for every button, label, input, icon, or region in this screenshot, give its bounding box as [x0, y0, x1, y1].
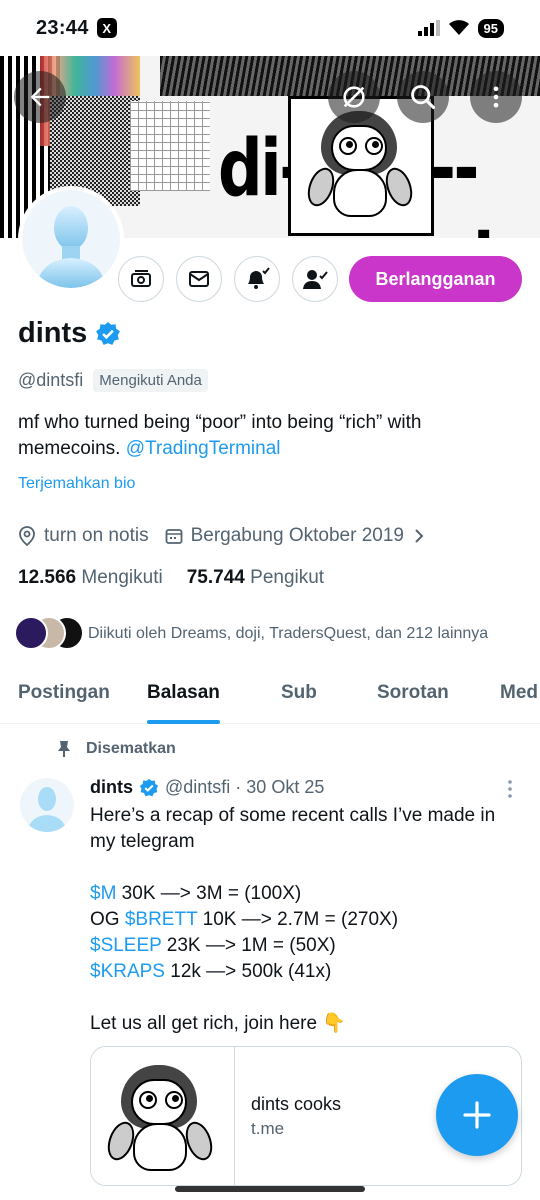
post-header: dints @dintsfi · 30 Okt 25 — [90, 777, 324, 798]
home-indicator[interactable] — [175, 1186, 365, 1192]
grok-button[interactable] — [328, 71, 380, 123]
tab-highlights[interactable]: Sorotan — [377, 662, 449, 724]
calendar-icon — [165, 529, 182, 544]
following-label: Mengikuti — [81, 567, 163, 588]
call-line: $SLEEP 23K —> 1M = (50X) — [90, 935, 336, 956]
cashtag-link[interactable]: $SLEEP — [90, 935, 161, 956]
message-button[interactable] — [176, 256, 222, 302]
mascot-image — [102, 1061, 223, 1181]
avatar-image — [27, 787, 67, 832]
post-blank-line — [90, 985, 520, 1011]
search-button[interactable] — [397, 71, 449, 123]
compose-button[interactable] — [436, 1074, 518, 1156]
bell-check-icon — [248, 267, 270, 289]
battery-icon: 95 — [477, 18, 504, 38]
joined-text: Bergabung Oktober 2019 — [190, 525, 404, 546]
pin-icon — [58, 741, 70, 757]
tab-replies[interactable]: Balasan — [147, 662, 220, 724]
followers-count: 75.744 — [186, 567, 245, 588]
handle-row: @dintsfi Mengikuti Anda — [18, 369, 208, 392]
tab-posts[interactable]: Postingan — [18, 662, 110, 724]
verified-badge-icon[interactable] — [95, 321, 121, 347]
post-line: my telegram — [90, 831, 195, 852]
post-author-name[interactable]: dints — [90, 777, 133, 798]
call-line: $KRAPS 12k —> 500k (41x) — [90, 961, 332, 982]
post-line: Here’s a recap of some recent calls I’ve… — [90, 805, 496, 826]
profile-name-row: dints — [18, 317, 121, 350]
envelope-icon — [189, 271, 209, 287]
back-button[interactable] — [14, 71, 66, 123]
signal-icon — [417, 20, 440, 36]
profile-actions — [118, 256, 338, 302]
cashtag-link[interactable]: $KRAPS — [90, 961, 165, 982]
tab-subs[interactable]: Sub — [281, 662, 317, 724]
card-domain: t.me — [251, 1118, 285, 1138]
status-bar: 23:44 X 95 — [0, 0, 540, 56]
post-meta: @dintsfi · 30 Okt 25 — [165, 777, 325, 797]
more-vertical-icon — [508, 780, 512, 798]
subscribe-button[interactable]: Berlangganan — [349, 256, 522, 302]
follow-stats: 12.566 Mengikuti 75.744 Pengikut — [18, 567, 324, 589]
cashtag-link[interactable]: $M — [90, 883, 116, 904]
joined-item[interactable]: Bergabung Oktober 2019 — [165, 525, 426, 547]
wifi-icon — [448, 20, 469, 35]
plus-icon — [463, 1101, 491, 1129]
mascot-image — [302, 107, 423, 227]
status-icons: 95 — [417, 18, 504, 38]
call-line: OG $BRETT 10K —> 2.7M = (270X) — [90, 909, 399, 930]
banner-text-right: --nts — [430, 124, 537, 238]
pinned-indicator: Disematkan — [56, 740, 176, 758]
tab-media[interactable]: Med — [500, 662, 538, 724]
followers-label: Pengikut — [250, 567, 325, 588]
person-check-icon — [303, 270, 328, 289]
profile-meta: turn on notis Bergabung Oktober 2019 — [18, 525, 442, 547]
following-count: 12.566 — [18, 567, 77, 588]
following-button[interactable] — [292, 256, 338, 302]
chevron-right-icon — [415, 529, 424, 543]
cashtag-link[interactable]: $BRETT — [125, 909, 198, 930]
post-author-avatar[interactable] — [20, 778, 74, 832]
location-item: turn on notis — [18, 525, 149, 547]
search-icon — [411, 85, 436, 110]
card-title: dints cooks — [251, 1093, 342, 1114]
more-options-button[interactable] — [470, 71, 522, 123]
grok-icon — [343, 86, 365, 108]
follows-you-badge: Mengikuti Anda — [93, 369, 208, 392]
verified-badge-icon — [139, 778, 159, 796]
location-pin-icon — [19, 526, 35, 546]
money-icon — [131, 270, 151, 287]
profile-tabs: Postingan Balasan Sub Sorotan Med — [0, 662, 540, 724]
x-logo-icon: X — [96, 18, 117, 38]
followed-by-avatars — [14, 616, 84, 652]
banner-grid — [130, 101, 210, 191]
followed-by-row[interactable]: Diikuti oleh Dreams, doji, TradersQuest,… — [14, 616, 488, 652]
card-text: dints cooks t.me — [235, 1047, 341, 1185]
location-text: turn on notis — [44, 525, 149, 546]
translate-bio-link[interactable]: Terjemahkan bio — [18, 475, 135, 493]
tip-button[interactable] — [118, 256, 164, 302]
profile-bio: mf who turned being “poor” into being “r… — [18, 410, 518, 462]
call-line: $M 30K —> 3M = (100X) — [90, 883, 302, 904]
post-line: Let us all get rich, join here 👇 — [90, 1013, 347, 1034]
arrow-left-icon — [30, 87, 50, 107]
bio-mention-link[interactable]: @TradingTerminal — [126, 438, 281, 459]
post-body: Here’s a recap of some recent calls I’ve… — [90, 803, 520, 1037]
notifications-button[interactable] — [234, 256, 280, 302]
status-time: 23:44 — [36, 16, 89, 39]
card-thumbnail — [91, 1047, 235, 1185]
post-blank-line — [90, 855, 520, 881]
pinned-label: Disematkan — [86, 740, 176, 757]
followed-by-text: Diikuti oleh Dreams, doji, TradersQuest,… — [88, 625, 489, 642]
mini-avatar — [14, 616, 48, 650]
followers-stat[interactable]: 75.744 Pengikut — [187, 567, 324, 589]
profile-handle: @dintsfi — [18, 370, 84, 390]
profile-name: dints — [18, 317, 88, 349]
post-more-button[interactable] — [502, 778, 518, 806]
more-vertical-icon — [493, 86, 499, 108]
avatar-image — [36, 206, 106, 288]
following-stat[interactable]: 12.566 Mengikuti — [18, 567, 163, 589]
profile-avatar[interactable] — [18, 186, 124, 292]
